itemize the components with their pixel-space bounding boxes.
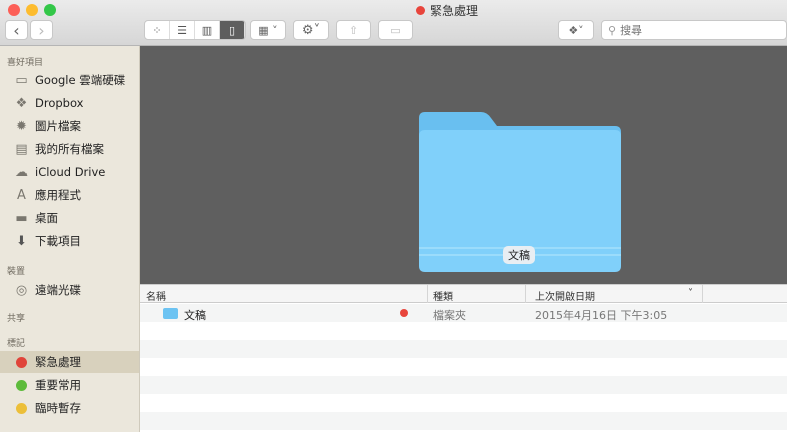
sidebar-tag-important[interactable]: 重要常用 (0, 374, 139, 396)
column-view-button[interactable]: ▥ (195, 21, 220, 39)
red-tag-icon (16, 356, 27, 368)
empty-row (140, 412, 787, 430)
devices-header: 裝置 (7, 267, 26, 277)
sidebar-item-label: 重要常用 (35, 378, 81, 392)
sidebar-item-google-drive[interactable]: ▭ Google 雲端硬碟 (0, 69, 139, 91)
empty-row (140, 376, 787, 394)
sidebar-item-pictures[interactable]: ✹ 圖片檔案 (0, 115, 139, 137)
sidebar-item-label: 我的所有檔案 (35, 142, 104, 156)
title-bar: 緊急處理 ‹ › ⁘ ☰ ▥ ▯ ▦ ˅ ⚙˅ ⇧ ▭ ❖˅ ⚲ (0, 0, 787, 46)
all-files-icon: ▤ (15, 141, 28, 157)
sidebar-item-dropbox[interactable]: ❖ Dropbox (0, 92, 139, 114)
sidebar-item-label: iCloud Drive (35, 165, 106, 179)
download-icon: ⬇ (16, 233, 27, 249)
sidebar-item-label: Google 雲端硬碟 (35, 73, 126, 87)
sidebar-item-label: 下載項目 (35, 234, 81, 248)
desktop-icon: ▬ (15, 210, 28, 226)
shared-header: 共享 (7, 314, 26, 324)
empty-row (140, 322, 787, 340)
red-tag-icon (400, 309, 408, 317)
coverflow-item-label: 文稿 (503, 246, 535, 264)
zoom-button[interactable] (44, 4, 56, 16)
tags-button[interactable]: ▭ (378, 20, 413, 40)
forward-button[interactable]: › (30, 20, 53, 40)
coverflow-area: 文稿 (140, 46, 787, 284)
sidebar-item-desktop[interactable]: ▬ 桌面 (0, 207, 139, 229)
search-field[interactable]: ⚲ (601, 20, 787, 40)
row-kind: 檔案夾 (433, 309, 466, 322)
folder-icon: ▭ (15, 72, 28, 88)
favorites-header: 喜好項目 (7, 58, 44, 68)
sidebar-item-remote-disc[interactable]: ◎ 遠端光碟 (0, 279, 139, 301)
empty-row (140, 340, 787, 358)
column-header-kind[interactable]: 種類 (433, 288, 453, 303)
sidebar-item-applications[interactable]: A 應用程式 (0, 184, 139, 206)
cloud-icon: ☁ (15, 164, 28, 180)
tags-header: 標記 (7, 339, 26, 349)
sidebar-item-label: 應用程式 (35, 188, 81, 202)
sidebar-item-label: 臨時暫存 (35, 401, 81, 415)
column-header-name[interactable]: 名稱 (146, 288, 166, 303)
sidebar-tag-temporary[interactable]: 臨時暫存 (0, 397, 139, 419)
window-title-text: 緊急處理 (430, 4, 479, 18)
applications-icon: A (17, 187, 26, 203)
sidebar-tag-urgent[interactable]: 緊急處理 (0, 351, 139, 373)
coverflow-view-button[interactable]: ▯ (220, 21, 245, 39)
icon-view-button[interactable]: ⁘ (145, 21, 170, 39)
table-row[interactable]: 文稿 檔案夾 2015年4月16日 下午3:05 (140, 304, 787, 322)
arrange-button[interactable]: ▦ ˅ (250, 20, 286, 40)
sidebar-item-label: 緊急處理 (35, 355, 81, 369)
sort-chevron-icon[interactable]: ˅ (688, 288, 693, 299)
close-button[interactable] (8, 4, 20, 16)
dropbox-button[interactable]: ❖˅ (558, 20, 594, 40)
sidebar-item-label: 圖片檔案 (35, 119, 81, 133)
list-view-button[interactable]: ☰ (170, 21, 195, 39)
back-button[interactable]: ‹ (5, 20, 28, 40)
sidebar-item-label: Dropbox (35, 96, 84, 110)
sidebar-item-downloads[interactable]: ⬇ 下載項目 (0, 230, 139, 252)
column-header-date[interactable]: 上次開啟日期 (535, 288, 595, 303)
view-switcher: ⁘ ☰ ▥ ▯ (144, 20, 246, 40)
action-gear-button[interactable]: ⚙˅ (293, 20, 329, 40)
sidebar-item-all-files[interactable]: ▤ 我的所有檔案 (0, 138, 139, 160)
sidebar-item-label: 遠端光碟 (35, 283, 81, 297)
dropbox-icon: ❖ (15, 95, 28, 111)
search-input[interactable] (620, 23, 771, 37)
row-name: 文稿 (184, 309, 206, 322)
window-title: 緊急處理 (416, 2, 478, 19)
list-header: 名稱 種類 上次開啟日期 ˅ (140, 284, 787, 303)
yellow-tag-icon (16, 402, 27, 414)
tag-dot-icon (416, 6, 425, 15)
search-icon: ⚲ (608, 23, 617, 37)
folder-icon (163, 308, 178, 319)
sidebar-item-icloud[interactable]: ☁ iCloud Drive (0, 161, 139, 183)
green-tag-icon (16, 379, 27, 391)
empty-row (140, 358, 787, 376)
row-date: 2015年4月16日 下午3:05 (535, 309, 668, 322)
sidebar-item-label: 桌面 (35, 211, 58, 225)
share-button[interactable]: ⇧ (336, 20, 371, 40)
minimize-button[interactable] (26, 4, 38, 16)
sidebar: 喜好項目 ▭ Google 雲端硬碟 ❖ Dropbox ✹ 圖片檔案 ▤ 我的所有檔案… (0, 46, 140, 432)
empty-row (140, 394, 787, 412)
disc-icon: ◎ (15, 282, 28, 298)
gear-icon: ✹ (16, 118, 27, 134)
